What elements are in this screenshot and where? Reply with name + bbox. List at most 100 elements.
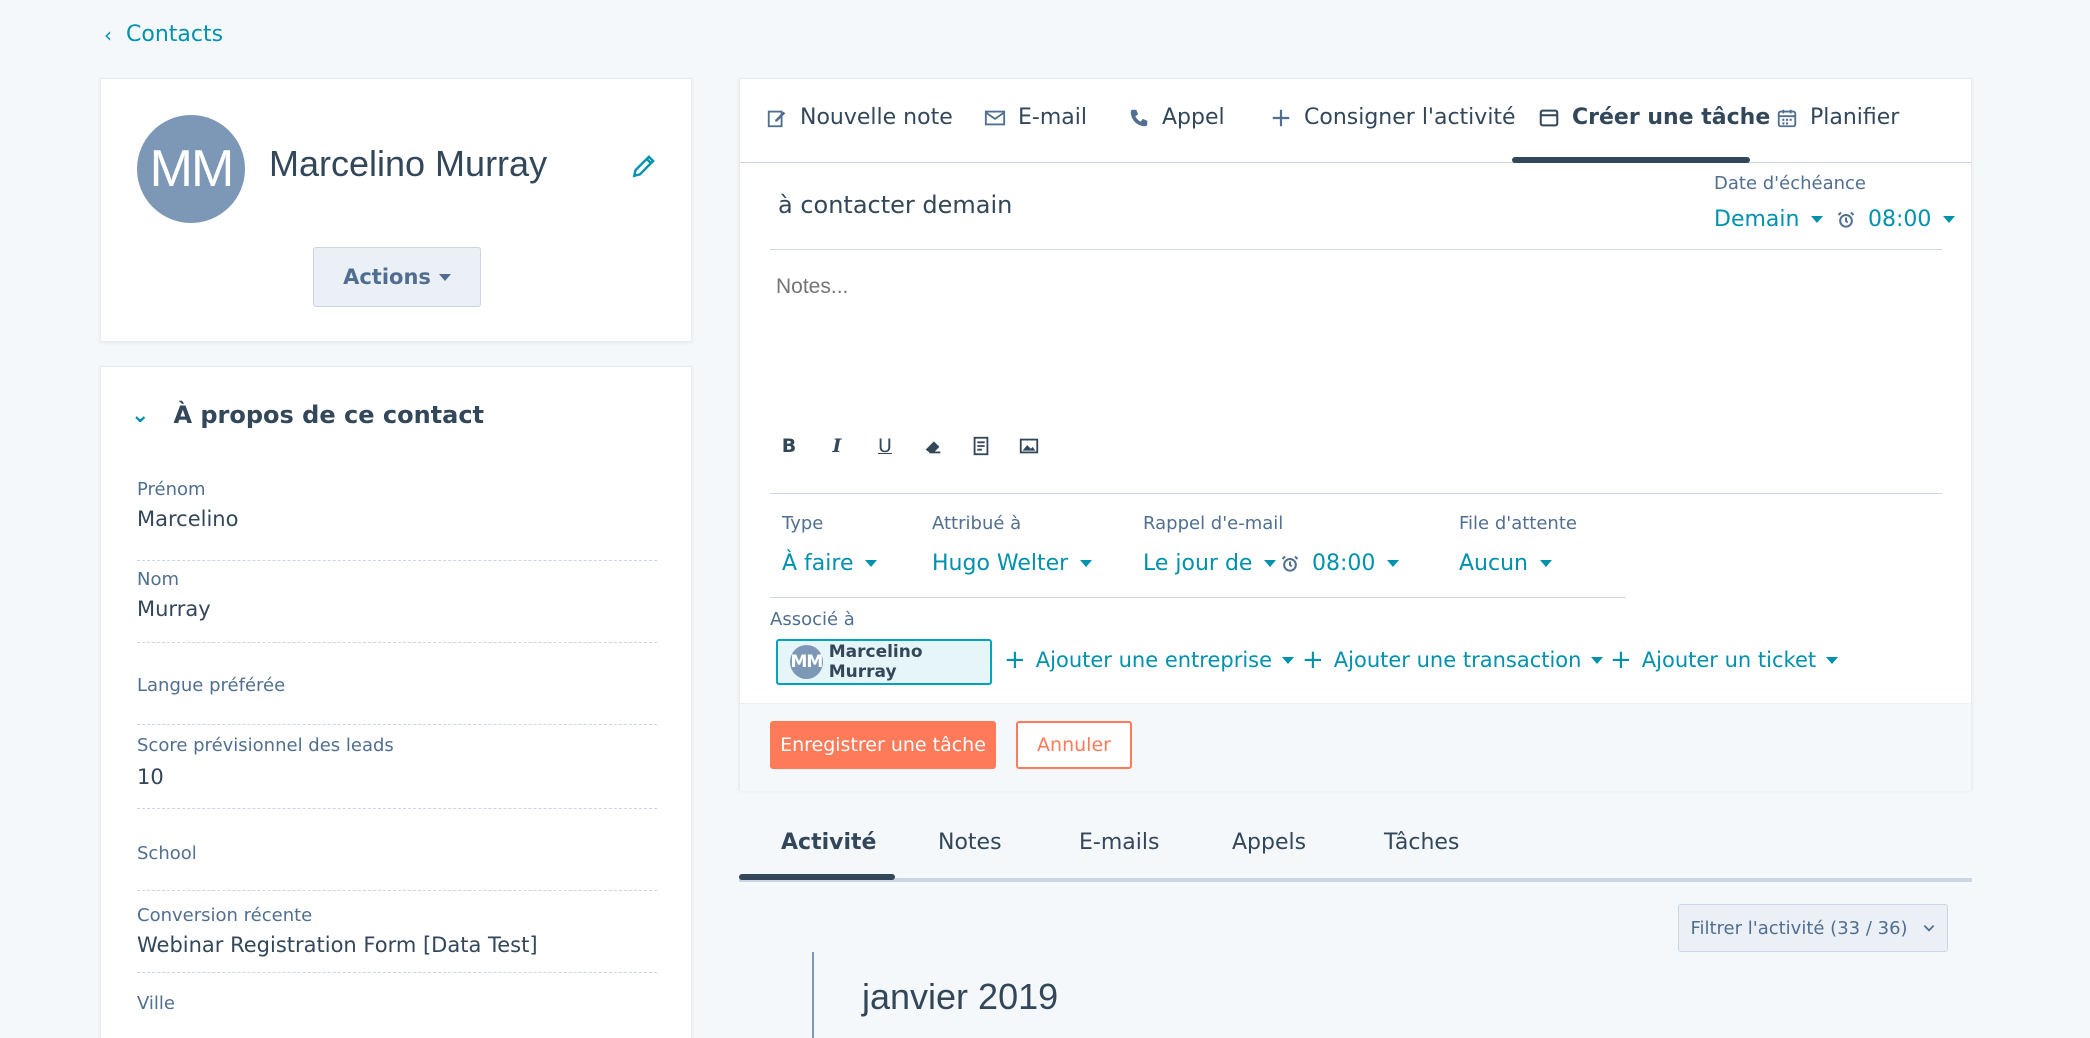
email-reminder-dropdown[interactable]: Le jour de [1143, 551, 1277, 576]
back-link-label: Contacts [126, 22, 224, 47]
task-title-input[interactable]: à contacter demain [778, 191, 1012, 219]
tab-call[interactable]: Appel [1128, 105, 1225, 130]
property-label: Ville [137, 993, 175, 1014]
property-label: School [137, 843, 197, 864]
add-deal-dropdown[interactable]: + Ajouter une transaction [1302, 647, 1604, 673]
property-recent-conversion[interactable]: Conversion récente Webinar Registration … [137, 891, 657, 973]
cancel-button[interactable]: Annuler [1016, 721, 1132, 769]
caret-down-icon [1282, 656, 1295, 664]
type-dropdown[interactable]: À faire [782, 551, 878, 576]
tab-tasks[interactable]: Tâches [1384, 830, 1459, 855]
bold-icon[interactable]: B [778, 435, 800, 457]
property-value: Marcelino [137, 507, 239, 531]
add-deal-label: Ajouter une transaction [1333, 648, 1582, 672]
property-lead-score[interactable]: Score prévisionnel des leads 10 [137, 725, 657, 809]
activity-tabs: Activité Notes E-mails Appels Tâches [739, 806, 1972, 882]
tab-emails[interactable]: E-mails [1079, 830, 1159, 855]
tab-create-task[interactable]: Créer une tâche [1538, 105, 1770, 130]
chevron-down-icon [1923, 925, 1934, 932]
save-task-button[interactable]: Enregistrer une tâche [770, 721, 996, 769]
chevron-down-icon: ⌄ [131, 402, 150, 428]
associated-label: Associé à [770, 609, 855, 630]
italic-icon[interactable]: I [826, 435, 848, 457]
calendar-icon [1777, 109, 1797, 127]
snippet-icon[interactable] [970, 435, 992, 457]
tab-new-note[interactable]: Nouvelle note [766, 105, 953, 130]
property-city[interactable]: Ville [137, 973, 657, 1038]
about-section-title: À propos de ce contact [173, 401, 485, 429]
tab-schedule[interactable]: Planifier [1776, 105, 1899, 130]
assigned-to-dropdown[interactable]: Hugo Welter [932, 551, 1093, 576]
tab-log-activity[interactable]: Consigner l'activité [1270, 105, 1516, 130]
caret-down-icon [1539, 560, 1552, 567]
pencil-icon[interactable] [631, 153, 657, 179]
property-first-name[interactable]: Prénom Marcelino [137, 479, 657, 561]
task-editor-card: Nouvelle note E-mail Appel Consigner l'a… [739, 78, 1972, 791]
tab-label: Appel [1162, 105, 1225, 130]
avatar: MM [790, 645, 823, 679]
plus-icon [1272, 109, 1290, 126]
plus-icon: + [1610, 645, 1632, 675]
rich-text-toolbar: B I U [778, 435, 1040, 457]
activity-type-tabs: Nouvelle note E-mail Appel Consigner l'a… [740, 79, 1971, 163]
property-preferred-language[interactable]: Langue préférée [137, 643, 657, 725]
associated-contact-chip[interactable]: MM Marcelino Murray [776, 639, 992, 685]
about-section-toggle[interactable]: ⌄ À propos de ce contact [131, 401, 484, 429]
due-date-dropdown[interactable]: Demain [1714, 207, 1824, 232]
caret-down-icon [1387, 560, 1400, 567]
add-company-dropdown[interactable]: + Ajouter une entreprise [1004, 647, 1295, 673]
actions-dropdown-button[interactable]: Actions [313, 247, 481, 307]
caret-down-icon [1811, 216, 1824, 223]
caret-down-icon [1591, 656, 1604, 664]
property-value: Murray [137, 597, 211, 621]
property-label: Prénom [137, 479, 206, 500]
queue-dropdown[interactable]: Aucun [1459, 551, 1552, 576]
email-reminder-label: Rappel d'e-mail [1143, 513, 1284, 534]
caret-down-icon [1943, 216, 1956, 223]
tab-label: Planifier [1810, 105, 1900, 130]
envelope-icon [984, 110, 1006, 125]
associated-contact-name: Marcelino Murray [828, 642, 923, 682]
due-time-dropdown[interactable]: 08:00 [1836, 207, 1956, 232]
about-contact-card: ⌄ À propos de ce contact Prénom Marcelin… [100, 366, 692, 1038]
divider [770, 249, 1942, 250]
contact-profile-card: MM Marcelino Murray Actions [100, 78, 692, 342]
property-value: 10 [137, 765, 164, 789]
property-last-name[interactable]: Nom Murray [137, 561, 657, 643]
tab-activity[interactable]: Activité [781, 830, 876, 855]
active-tab-indicator [1512, 157, 1750, 163]
tab-calls[interactable]: Appels [1232, 830, 1306, 855]
filter-activity-button[interactable]: Filtrer l'activité (33 / 36) [1678, 904, 1948, 952]
image-icon[interactable] [1018, 435, 1040, 457]
due-time-value: 08:00 [1868, 207, 1932, 232]
divider [770, 493, 1942, 494]
eraser-icon[interactable] [922, 435, 944, 457]
reminder-time-dropdown[interactable]: 08:00 [1280, 551, 1400, 576]
queue-label: File d'attente [1459, 513, 1577, 534]
property-label: Score prévisionnel des leads [137, 735, 394, 756]
divider [770, 597, 1626, 598]
add-company-label: Ajouter une entreprise [1035, 648, 1273, 672]
type-label: Type [782, 513, 824, 534]
underline-icon[interactable]: U [874, 435, 896, 457]
avatar: MM [137, 115, 245, 223]
chevron-left-icon: ‹ [104, 22, 112, 47]
caret-down-icon [1080, 560, 1093, 567]
caret-down-icon [1264, 560, 1277, 567]
queue-value: Aucun [1459, 551, 1528, 576]
caret-down-icon [865, 560, 878, 567]
property-school[interactable]: School [137, 809, 657, 891]
due-date-label: Date d'échéance [1714, 173, 1866, 194]
month-heading: janvier 2019 [862, 976, 1059, 1017]
add-ticket-label: Ajouter un ticket [1641, 648, 1817, 672]
add-ticket-dropdown[interactable]: + Ajouter un ticket [1610, 645, 1839, 675]
edit-note-icon [767, 110, 786, 127]
property-label: Conversion récente [137, 905, 313, 926]
back-to-contacts-link[interactable]: ‹ Contacts [104, 22, 223, 47]
caret-down-icon [438, 273, 451, 281]
alarm-clock-icon [1837, 211, 1855, 228]
tab-email[interactable]: E-mail [984, 105, 1087, 130]
type-value: À faire [782, 551, 854, 576]
phone-icon [1130, 109, 1148, 126]
tab-notes[interactable]: Notes [938, 830, 1002, 855]
